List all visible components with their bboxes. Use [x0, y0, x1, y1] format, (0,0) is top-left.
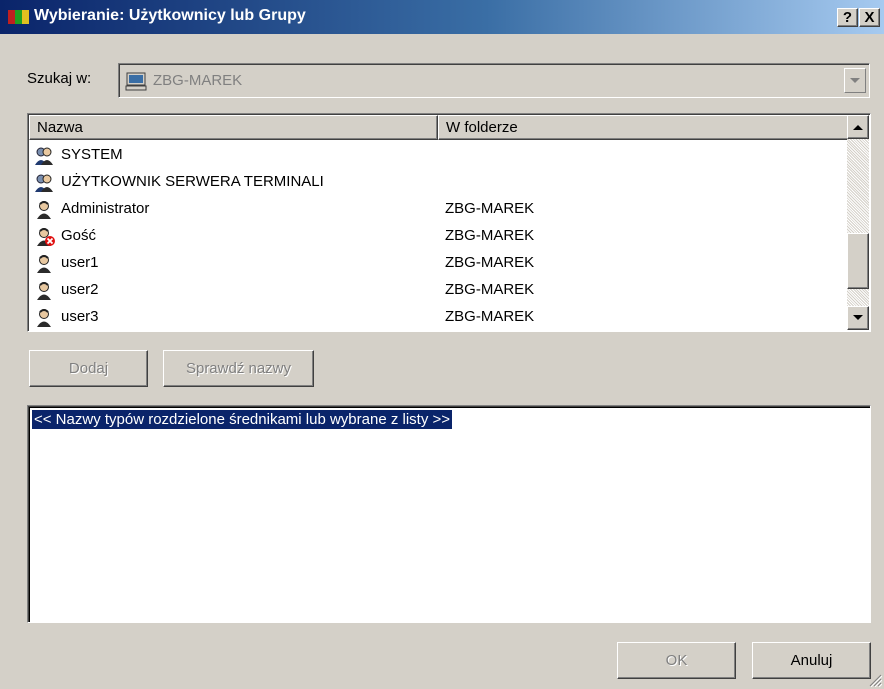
app-icon — [8, 10, 30, 24]
search-in-combobox[interactable]: ZBG-MAREK — [118, 63, 870, 98]
list-header: Nazwa W folderze — [29, 115, 849, 140]
computer-icon — [125, 72, 147, 91]
group-icon — [33, 146, 57, 166]
cancel-button[interactable]: Anuluj — [752, 642, 871, 679]
list-item[interactable]: user3 ZBG-MAREK — [29, 304, 847, 331]
search-in-label: Szukaj w: — [27, 70, 92, 87]
user-icon — [33, 308, 57, 328]
list-item[interactable]: SYSTEM — [29, 142, 847, 169]
add-button[interactable]: Dodaj — [29, 350, 148, 387]
chevron-down-icon — [850, 77, 860, 83]
close-button[interactable]: X — [859, 8, 880, 27]
user-icon — [33, 281, 57, 301]
column-header-name[interactable]: Nazwa — [29, 115, 438, 140]
title-bar[interactable]: Wybieranie: Użytkownicy lub Grupy ? X — [0, 0, 884, 34]
names-textbox[interactable]: << Nazwy typów rozdzielone średnikami lu… — [27, 405, 871, 623]
list-item-name: Administrator — [61, 200, 150, 217]
list-item[interactable]: user1 ZBG-MAREK — [29, 250, 847, 277]
list-item-name: user2 — [61, 281, 99, 298]
list-item-name: user3 — [61, 308, 99, 325]
column-header-folder[interactable]: W folderze — [438, 115, 849, 140]
list-item-name: Gość — [61, 227, 97, 244]
list-item-name: UŻYTKOWNIK SERWERA TERMINALI — [61, 173, 324, 190]
ok-button[interactable]: OK — [617, 642, 736, 679]
list-item-name: user1 — [61, 254, 99, 271]
vertical-scrollbar[interactable] — [847, 115, 869, 330]
user-icon — [33, 254, 57, 274]
user-icon — [33, 200, 57, 220]
check-names-button[interactable]: Sprawdź nazwy — [163, 350, 314, 387]
list-item-name: SYSTEM — [61, 146, 123, 163]
list-rows: SYSTEM UŻYTKOWNIK SERWERA TERMINALI Admini… — [29, 142, 847, 331]
search-in-value: ZBG-MAREK — [153, 72, 243, 89]
scroll-down-button[interactable] — [847, 306, 869, 330]
names-placeholder: << Nazwy typów rozdzielone średnikami lu… — [32, 410, 453, 429]
list-item-folder: ZBG-MAREK — [445, 308, 535, 325]
dropdown-button[interactable] — [844, 68, 866, 93]
scroll-thumb[interactable] — [847, 233, 869, 289]
list-item-folder: ZBG-MAREK — [445, 281, 535, 298]
list-item[interactable]: UŻYTKOWNIK SERWERA TERMINALI — [29, 169, 847, 196]
resize-grip-icon[interactable] — [868, 673, 882, 687]
arrow-down-icon — [853, 315, 863, 320]
list-item[interactable]: Administrator ZBG-MAREK — [29, 196, 847, 223]
list-item-folder: ZBG-MAREK — [445, 200, 535, 217]
list-item-folder: ZBG-MAREK — [445, 227, 535, 244]
users-list[interactable]: Nazwa W folderze SYSTEM UŻYTKOWNIK SERWER… — [27, 113, 871, 332]
list-item-folder: ZBG-MAREK — [445, 254, 535, 271]
scroll-up-button[interactable] — [847, 115, 869, 139]
group-icon — [33, 173, 57, 193]
window-title: Wybieranie: Użytkownicy lub Grupy — [34, 7, 306, 24]
list-item[interactable]: user2 ZBG-MAREK — [29, 277, 847, 304]
disabled-user-icon — [33, 227, 57, 247]
arrow-up-icon — [853, 125, 863, 130]
list-item[interactable]: Gość ZBG-MAREK — [29, 223, 847, 250]
help-button[interactable]: ? — [837, 8, 858, 27]
